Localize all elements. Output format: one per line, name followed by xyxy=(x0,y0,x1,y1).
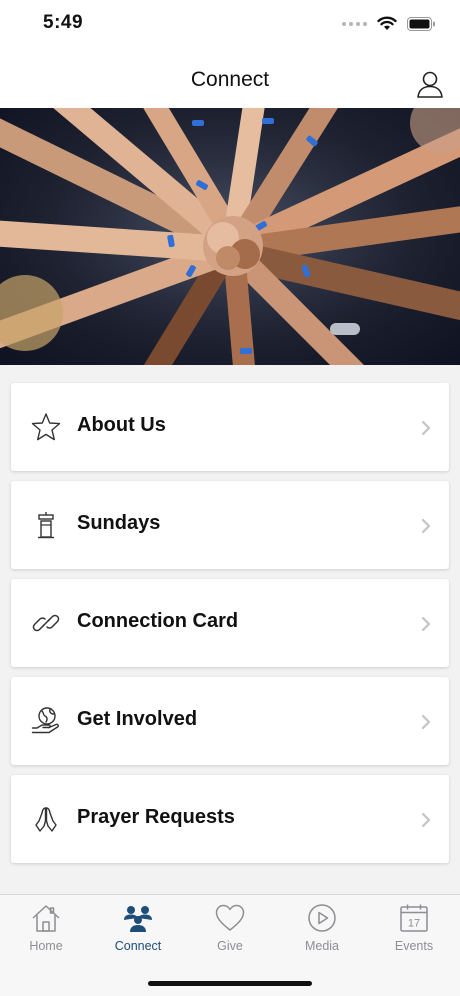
chevron-right-icon xyxy=(421,616,431,632)
user-icon[interactable] xyxy=(416,70,444,98)
menu-item-about-us[interactable]: About Us xyxy=(11,383,449,471)
link-icon xyxy=(32,614,60,632)
tab-give[interactable]: Give xyxy=(184,895,276,965)
home-icon xyxy=(32,905,60,932)
navigation-bar: Connect xyxy=(0,50,460,108)
home-indicator[interactable] xyxy=(148,981,312,986)
chevron-right-icon xyxy=(421,420,431,436)
menu-item-get-involved[interactable]: Get Involved xyxy=(11,677,449,765)
menu-item-connection-card[interactable]: Connection Card xyxy=(11,579,449,667)
heart-icon xyxy=(215,904,245,931)
chevron-right-icon xyxy=(421,812,431,828)
menu-item-label: Get Involved xyxy=(77,708,198,730)
menu-item-label: Prayer Requests xyxy=(77,806,235,828)
praying-hands-icon xyxy=(35,807,57,832)
wifi-icon xyxy=(377,16,397,30)
menu-item-label: About Us xyxy=(77,414,166,436)
menu-item-sundays[interactable]: Sundays xyxy=(11,481,449,569)
chevron-right-icon xyxy=(421,518,431,534)
menu-item-label: Connection Card xyxy=(77,610,239,632)
status-time: 5:49 xyxy=(43,12,84,33)
battery-icon xyxy=(407,16,435,31)
menu-item-label: Sundays xyxy=(77,512,161,534)
tab-connect[interactable]: Connect xyxy=(92,895,184,965)
cellular-signal-icon xyxy=(342,21,367,26)
podium-icon xyxy=(38,512,54,539)
hero-image xyxy=(0,108,460,365)
chevron-right-icon xyxy=(421,714,431,730)
tab-label: Connect xyxy=(114,939,162,953)
hands-together-photo xyxy=(0,108,460,365)
globe-hand-icon xyxy=(31,707,59,734)
calendar-icon: 17 xyxy=(400,904,428,932)
play-icon xyxy=(308,904,336,932)
tab-label: Events xyxy=(394,939,434,953)
star-icon xyxy=(31,413,61,441)
tab-home[interactable]: Home xyxy=(0,895,92,965)
status-indicators xyxy=(342,16,436,31)
tab-media[interactable]: Media xyxy=(276,895,368,965)
tab-label: Media xyxy=(304,939,340,953)
tab-label: Give xyxy=(217,939,243,953)
menu-item-prayer-requests[interactable]: Prayer Requests xyxy=(11,775,449,863)
tab-label: Home xyxy=(29,939,63,953)
page-title: Connect xyxy=(190,68,270,91)
people-icon xyxy=(124,906,152,932)
tab-events[interactable]: 17 Events xyxy=(368,895,460,965)
status-bar: 5:49 xyxy=(0,0,460,50)
calendar-day-number: 17 xyxy=(408,918,420,930)
